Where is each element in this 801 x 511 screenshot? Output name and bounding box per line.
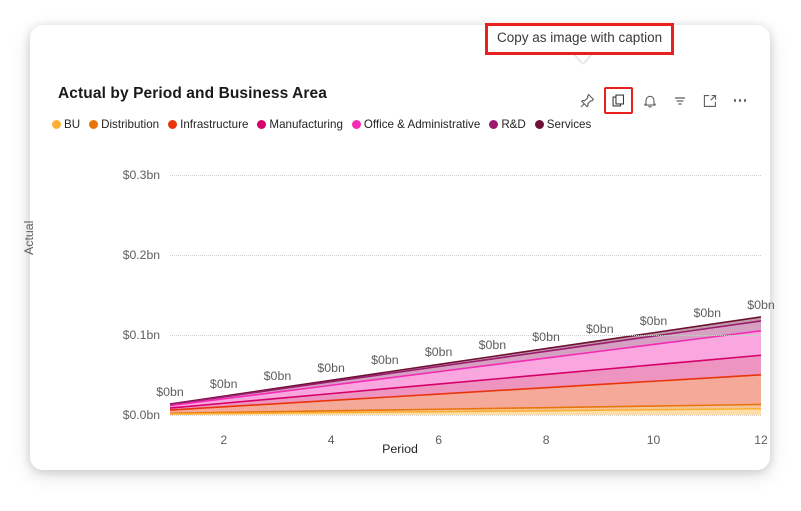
- data-label: $0bn: [371, 353, 399, 368]
- data-label: $0bn: [747, 297, 775, 312]
- x-axis-tick-label: 12: [754, 433, 768, 447]
- data-label: $0bn: [639, 313, 668, 328]
- data-label: $0bn: [532, 329, 560, 344]
- data-label: $0bn: [263, 369, 292, 384]
- visual-card: Actual by Period and Business Area BU Dis…: [22, 25, 775, 470]
- x-axis-tick-label: 6: [435, 433, 443, 447]
- x-axis-tick-label: 2: [220, 433, 228, 447]
- y-axis-tick-label: $0.2bn: [122, 248, 160, 262]
- data-label: $0bn: [478, 337, 507, 352]
- y-axis-tick-label: $0.0bn: [122, 408, 160, 422]
- gridline: [170, 175, 761, 176]
- data-label: $0bn: [317, 361, 345, 376]
- x-axis-tick-label: 4: [327, 433, 335, 447]
- stacked-area-chart: Actual Period $0.0bn $0.1bn $0.2bn $0.3bn 2 4…: [22, 25, 775, 470]
- data-label: $0bn: [424, 345, 453, 360]
- x-axis-tick-label: 8: [542, 433, 550, 447]
- data-label: $0bn: [693, 305, 722, 320]
- y-axis-tick-label: $0.3bn: [122, 168, 160, 182]
- data-label: $0bn: [209, 377, 238, 392]
- data-label: $0bn: [586, 321, 614, 336]
- data-label: $0bn: [156, 385, 184, 400]
- gridline: [170, 335, 761, 336]
- gridline: [170, 415, 761, 416]
- x-axis-tick-label: 10: [646, 433, 661, 447]
- y-axis-tick-label: $0.1bn: [122, 328, 160, 342]
- gridline: [170, 255, 761, 256]
